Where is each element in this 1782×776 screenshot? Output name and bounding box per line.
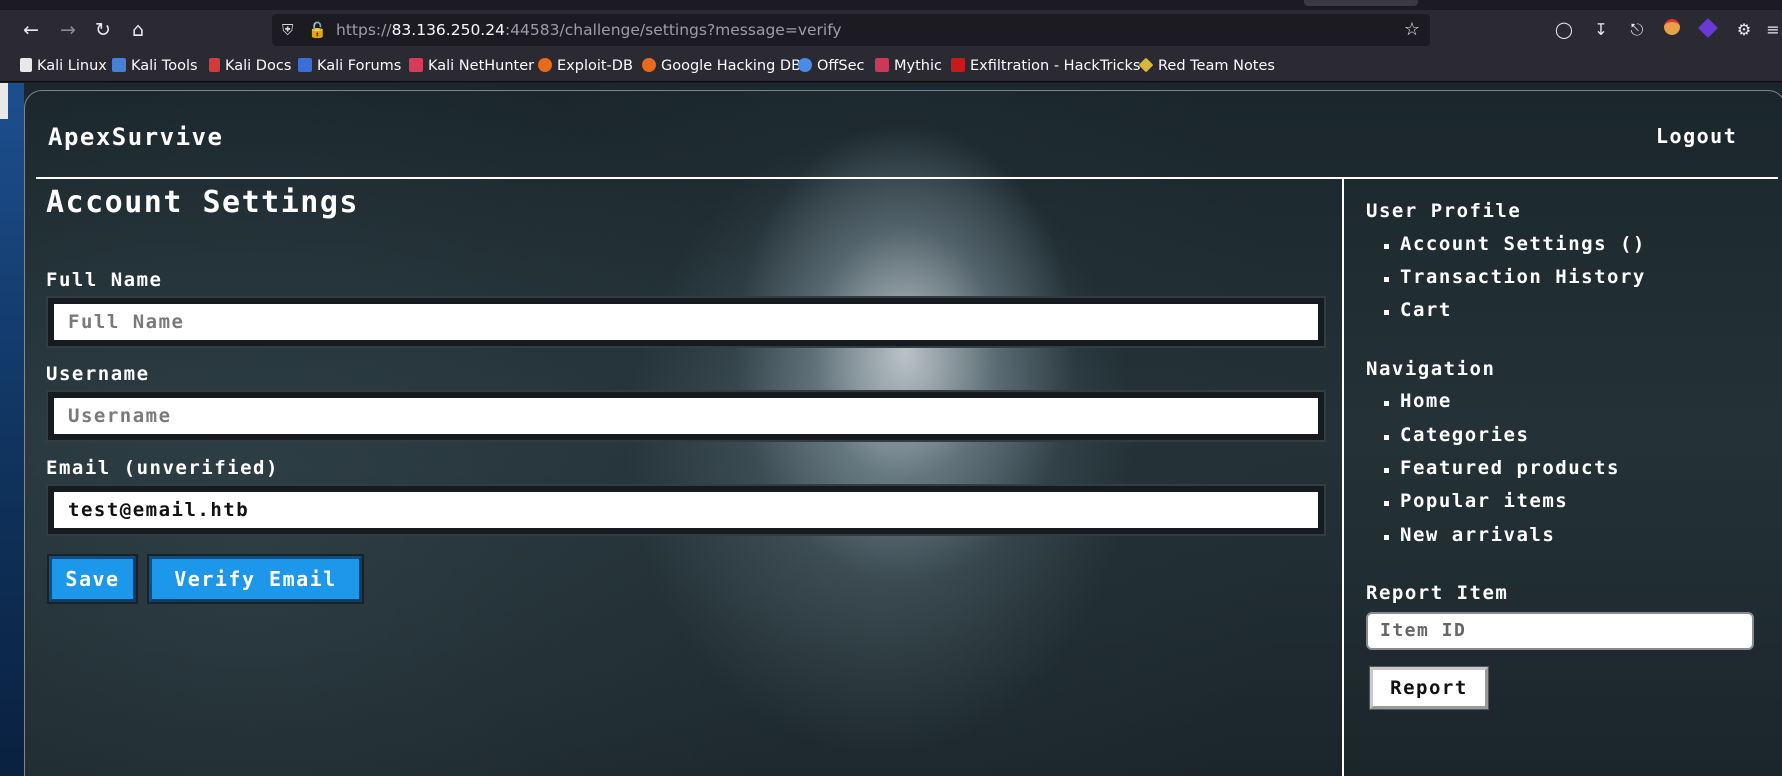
full-name-label: Full Name xyxy=(46,269,163,291)
bookmark-label: Red Team Notes xyxy=(1158,58,1275,74)
desktop-edge xyxy=(0,83,24,776)
hacktricks-icon xyxy=(951,58,965,72)
username-input[interactable]: Username xyxy=(46,390,1326,442)
bookmark-kali-forums[interactable]: Kali Forums xyxy=(298,56,401,76)
username-label: Username xyxy=(46,363,150,385)
ghdb-icon xyxy=(642,58,656,72)
full-name-input[interactable]: Full Name xyxy=(46,296,1326,348)
bookmark-mythic[interactable]: Mythic xyxy=(875,56,942,76)
bookmark-label: Kali Tools xyxy=(131,58,198,74)
url-host: 83.136.250.24 xyxy=(391,21,505,39)
email-label: Email (unverified) xyxy=(46,457,279,479)
username-placeholder: Username xyxy=(68,405,172,427)
url-bar[interactable]: ⛨ 🔓 https://83.136.250.24:44583/challeng… xyxy=(272,14,1430,46)
url-prefix: https:// xyxy=(336,21,392,39)
report-button[interactable]: Report xyxy=(1370,667,1488,709)
kali-docs-icon xyxy=(209,58,220,72)
tab-strip xyxy=(0,0,1782,10)
kali-tools-icon xyxy=(112,58,126,72)
forward-icon[interactable]: → xyxy=(54,18,82,42)
lock-icon[interactable]: 🔓 xyxy=(308,20,327,40)
exploit-db-icon xyxy=(538,58,552,72)
desktop-icon-fragment xyxy=(0,83,8,119)
sidebar-item-account-settings[interactable]: Account Settings () xyxy=(1384,233,1646,255)
item-id-input[interactable]: Item ID xyxy=(1366,612,1754,650)
bookmark-kali-tools[interactable]: Kali Tools xyxy=(112,56,198,76)
extensions-icon[interactable]: ⎋ xyxy=(1626,19,1648,41)
offsec-icon xyxy=(798,58,812,72)
mythic-icon xyxy=(875,58,889,72)
bookmark-label: Kali Linux xyxy=(37,58,107,74)
extension-gear-icon[interactable]: ⚙ xyxy=(1733,19,1755,41)
sidebar-item-cart[interactable]: Cart xyxy=(1384,299,1452,321)
bookmark-label: Exploit-DB xyxy=(557,58,633,74)
bookmark-red-team-notes[interactable]: Red Team Notes xyxy=(1138,56,1275,76)
extension-gem-icon[interactable] xyxy=(1697,18,1719,41)
page-title: Account Settings xyxy=(46,185,359,220)
nav-item-popular-items[interactable]: Popular items xyxy=(1383,490,1568,512)
kali-forums-icon xyxy=(298,58,312,72)
bookmark-exploit-db[interactable]: Exploit-DB xyxy=(538,56,633,76)
bookmark-label: Kali Docs xyxy=(225,58,292,74)
logout-link[interactable]: Logout xyxy=(1656,124,1737,148)
extension-avatar-icon[interactable] xyxy=(1661,19,1683,41)
brand-logo[interactable]: ApexSurvive xyxy=(48,123,223,151)
sidebar-divider xyxy=(1342,179,1344,776)
bookmark-label: OffSec xyxy=(817,58,865,74)
bookmark-kali-docs[interactable]: Kali Docs xyxy=(209,56,291,76)
home-icon[interactable]: ⌂ xyxy=(124,18,152,42)
red-team-notes-icon xyxy=(1138,57,1154,73)
browser-toolbar: ← → ↻ ⌂ ⛨ 🔓 https://83.136.250.24:44583/… xyxy=(0,10,1782,50)
shield-icon[interactable]: ⛨ xyxy=(282,20,293,40)
bookmark-label: Kali NetHunter xyxy=(428,58,535,74)
email-value: test@email.htb xyxy=(68,499,250,521)
item-id-placeholder: Item ID xyxy=(1380,620,1467,641)
navigation-heading: Navigation xyxy=(1366,358,1496,380)
nav-item-featured-products[interactable]: Featured products xyxy=(1384,457,1620,479)
verify-email-button[interactable]: Verify Email xyxy=(149,556,362,602)
downloads-icon[interactable]: ↧ xyxy=(1590,19,1612,41)
bookmark-label: Google Hacking DB xyxy=(661,58,802,74)
bookmark-label: Exfiltration - HackTricks xyxy=(970,58,1141,74)
page-viewport: ApexSurvive Logout Account Settings Full… xyxy=(0,83,1782,776)
nethunter-icon xyxy=(409,58,423,72)
bookmark-offsec[interactable]: OffSec xyxy=(798,56,865,76)
url-rest: :44583/challenge/settings?message=verify xyxy=(504,21,842,39)
nav-item-categories[interactable]: Categories xyxy=(1383,424,1529,446)
reload-icon[interactable]: ↻ xyxy=(89,18,117,42)
bookmark-label: Kali Forums xyxy=(317,58,402,74)
email-input[interactable]: test@email.htb xyxy=(46,484,1326,536)
bookmark-kali-nethunter[interactable]: Kali NetHunter xyxy=(409,56,534,76)
bookmark-google-hacking-db[interactable]: Google Hacking DB xyxy=(642,56,801,76)
header-divider xyxy=(36,177,1778,179)
url-text[interactable]: https://83.136.250.24:44583/challenge/se… xyxy=(336,20,842,40)
kali-dragon-icon xyxy=(20,58,32,72)
nav-item-home[interactable]: Home xyxy=(1384,390,1452,412)
nav-item-new-arrivals[interactable]: New arrivals xyxy=(1383,524,1555,546)
tab-hint[interactable] xyxy=(1304,0,1418,6)
bookmark-label: Mythic xyxy=(894,58,942,74)
bookmarks-toolbar: Kali Linux Kali Tools Kali Docs Kali For… xyxy=(0,50,1782,82)
sidebar-item-transaction-history[interactable]: Transaction History xyxy=(1384,266,1646,288)
save-button[interactable]: Save xyxy=(49,556,136,602)
back-icon[interactable]: ← xyxy=(17,18,45,42)
bookmark-kali-linux[interactable]: Kali Linux xyxy=(20,56,107,76)
report-item-heading: Report Item xyxy=(1366,582,1509,604)
user-profile-heading: User Profile xyxy=(1366,200,1522,222)
bookmark-star-icon[interactable]: ☆ xyxy=(1404,19,1420,41)
full-name-placeholder: Full Name xyxy=(68,311,185,333)
bookmark-hacktricks[interactable]: Exfiltration - HackTricks xyxy=(951,56,1140,76)
pocket-icon[interactable]: ◯ xyxy=(1553,19,1575,41)
menu-icon[interactable]: ≡ xyxy=(1762,19,1782,41)
